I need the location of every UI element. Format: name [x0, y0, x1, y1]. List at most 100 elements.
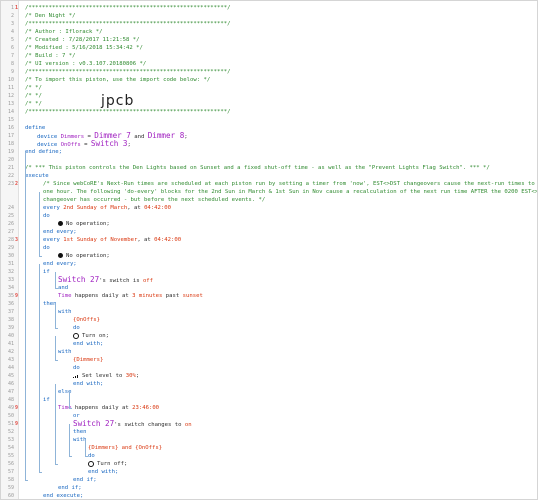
code-text[interactable]: /***************************************… — [25, 108, 230, 116]
code-text[interactable]: {OnOffs} — [73, 316, 100, 324]
line-number: 35 — [7, 293, 14, 299]
code-text[interactable]: /* */ — [25, 92, 42, 100]
code-line: 60 end execute; — [1, 492, 537, 499]
line-number: 23 — [7, 181, 14, 187]
code-line: 9 /**************************************… — [1, 68, 537, 76]
line-number: 18 — [7, 141, 14, 147]
code-text[interactable]: changeover has occurred - but before the… — [43, 196, 265, 204]
code-line: 47 else — [1, 388, 537, 396]
code-text[interactable]: do — [73, 364, 80, 372]
code-text[interactable]: if — [43, 396, 50, 404]
code-text[interactable]: /* *** This piston controls the Den Ligh… — [25, 164, 490, 172]
code-text[interactable]: do — [43, 212, 50, 220]
line-marker[interactable]: 9 — [15, 292, 18, 300]
code-text[interactable]: /* To import this piston, use the import… — [25, 76, 210, 84]
code-text[interactable]: Set level to 30%; — [73, 372, 139, 380]
code-text[interactable]: /* Den Night */ — [25, 12, 76, 20]
code-text[interactable]: /***************************************… — [25, 20, 230, 28]
line-marker[interactable]: 9 — [15, 420, 18, 428]
line-number: 47 — [7, 389, 14, 395]
code-text[interactable]: execute — [25, 172, 49, 180]
line-number: 17 — [7, 133, 14, 139]
code-text[interactable]: /***************************************… — [25, 4, 230, 12]
code-text[interactable]: /* UI version : v0.3.107.20180806 */ — [25, 60, 146, 68]
block-guide — [39, 472, 42, 473]
line-marker[interactable]: 9 — [15, 404, 18, 412]
code-text[interactable]: define — [25, 124, 45, 132]
circle-dot-icon — [58, 253, 63, 258]
line-marker[interactable]: 2 — [15, 180, 18, 188]
code-text[interactable]: do — [73, 324, 80, 332]
line-number: 13 — [7, 101, 14, 107]
line-number: 36 — [7, 301, 14, 307]
code-text[interactable]: end execute; — [43, 492, 83, 499]
line-number: 2 — [10, 13, 14, 19]
code-text[interactable]: /* */ — [25, 84, 42, 92]
line-number: 26 — [7, 221, 14, 227]
block-guide — [55, 360, 58, 361]
line-number: 24 — [7, 205, 14, 211]
code-text[interactable]: every 2nd Sunday of March, at 04:42:00 — [43, 204, 171, 212]
code-text[interactable]: /* Build : 7 */ — [25, 52, 76, 60]
line-number: 50 — [7, 413, 14, 419]
code-text[interactable]: Time happens daily at 3 minutes past sun… — [58, 292, 203, 300]
block-guide — [55, 336, 56, 360]
code-text[interactable]: one hour. The following 'do-every' block… — [43, 188, 537, 196]
code-text[interactable]: do — [43, 244, 50, 252]
code-text[interactable]: /* Created : 7/28/2017 11:21:58 */ — [25, 36, 140, 44]
line-number: 14 — [7, 109, 14, 115]
line-number: 56 — [7, 461, 14, 467]
code-text[interactable]: end define; — [25, 148, 62, 156]
code-text[interactable]: end if; — [73, 476, 97, 484]
line-marker[interactable]: 3 — [15, 236, 18, 244]
code-line: 55 do — [1, 452, 537, 460]
code-text[interactable]: with — [58, 348, 71, 356]
code-line: 51 9 Switch 27's switch changes to on — [1, 420, 537, 429]
code-text[interactable]: /* Author : Iflorack */ — [25, 28, 102, 36]
code-text[interactable]: and — [58, 284, 68, 292]
line-number: 31 — [7, 261, 14, 267]
code-line: 40 Turn on; — [1, 332, 537, 340]
line-number: 22 — [7, 173, 14, 179]
code-text[interactable]: No operation; — [58, 252, 110, 260]
code-text[interactable]: Turn on; — [73, 332, 109, 340]
code-text[interactable]: {Dimmers} and {OnOffs} — [88, 444, 162, 452]
block-guide — [25, 480, 28, 481]
block-guide — [39, 264, 40, 472]
line-number: 33 — [7, 277, 14, 283]
code-text[interactable]: then — [73, 428, 86, 436]
code-text[interactable]: end every; — [43, 228, 77, 236]
line-number: 9 — [10, 69, 14, 75]
code-text[interactable]: end if; — [58, 484, 82, 492]
code-text[interactable]: with — [58, 308, 71, 316]
line-number: 54 — [7, 445, 14, 451]
code-line: 49 9 Time happens daily at 23:46:00 — [1, 404, 537, 412]
line-number: 32 — [7, 269, 14, 275]
code-text[interactable]: No operation; — [58, 220, 110, 228]
block-guide — [69, 456, 72, 457]
line-marker[interactable]: 1 — [15, 4, 18, 12]
block-guide — [55, 464, 58, 465]
code-text[interactable]: end every; — [43, 260, 77, 268]
code-line: 18 device OnOffs = Switch 3; — [1, 140, 537, 149]
code-text[interactable]: do — [88, 452, 95, 460]
line-number: 27 — [7, 229, 14, 235]
code-text[interactable]: every 1st Sunday of November, at 04:42:0… — [43, 236, 181, 244]
block-guide — [55, 328, 58, 329]
code-text[interactable]: {Dimmers} — [73, 356, 103, 364]
code-line: 10 /* To import this piston, use the impo… — [1, 76, 537, 84]
code-text[interactable]: end with; — [73, 380, 103, 388]
code-text[interactable]: /* */ — [25, 100, 42, 108]
code-text[interactable]: /***************************************… — [25, 68, 230, 76]
code-text[interactable]: Turn off; — [88, 460, 127, 468]
code-text[interactable]: /* Modified : 5/16/2018 15:34:42 */ — [25, 44, 143, 52]
code-text[interactable]: end with; — [73, 340, 103, 348]
code-line: 43 {Dimmers} — [1, 356, 537, 364]
code-text[interactable]: if — [43, 268, 50, 276]
code-text[interactable]: /* Since webCoRE's Next-Run times are sc… — [43, 180, 537, 188]
code-text[interactable]: Time happens daily at 23:46:00 — [58, 404, 159, 412]
code-line: 8 /* UI version : v0.3.107.20180806 */ — [1, 60, 537, 68]
code-line: 11 /* */ — [1, 84, 537, 92]
code-text[interactable]: end with; — [88, 468, 118, 476]
block-guide — [85, 440, 86, 456]
